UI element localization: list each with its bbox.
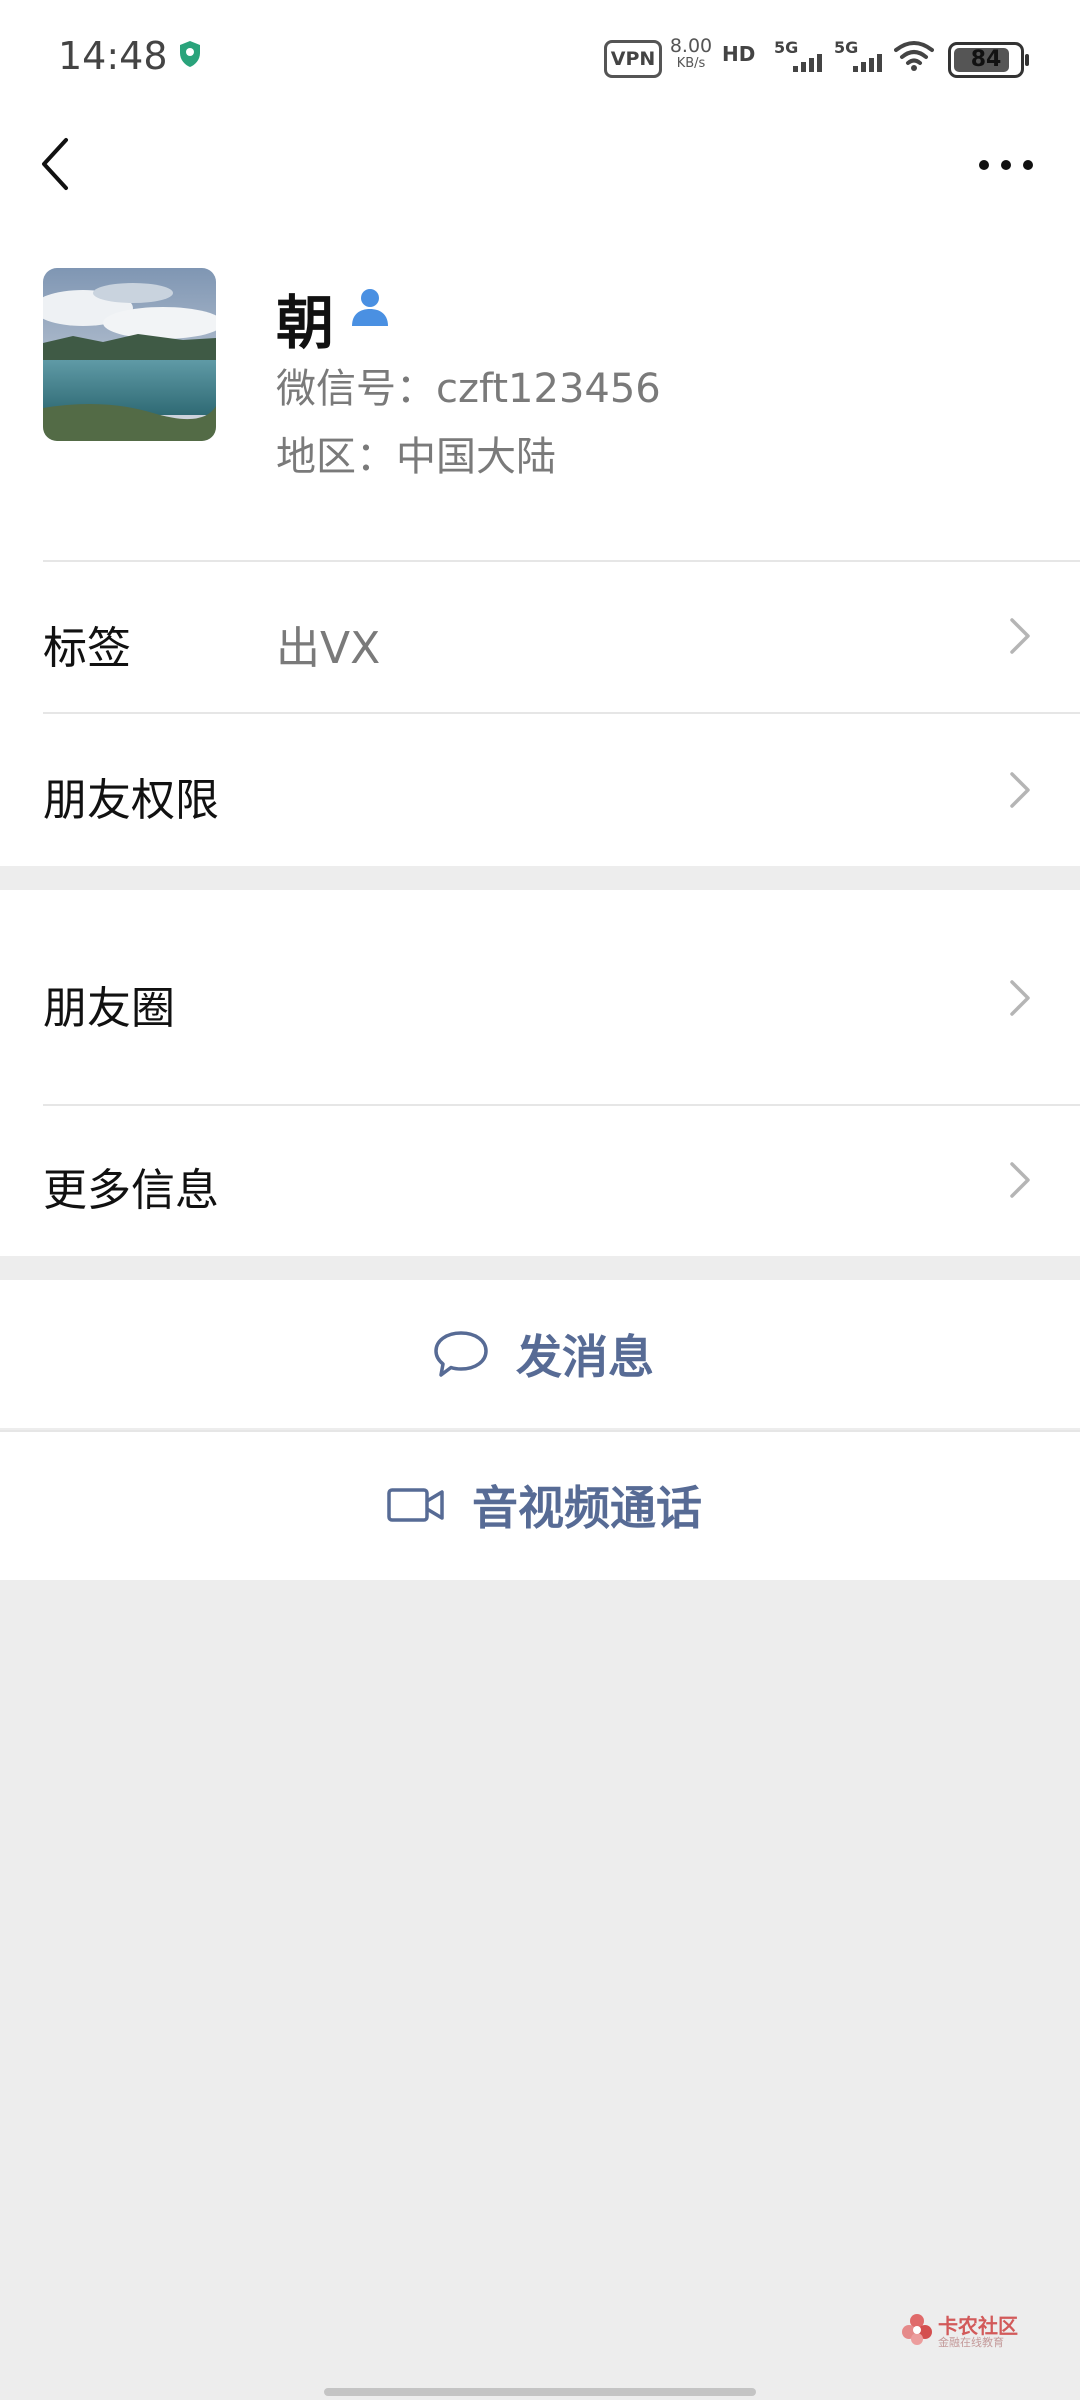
chevron-right-icon <box>1010 1162 1030 1198</box>
chat-bubble-icon <box>434 1331 488 1377</box>
network-speed: 8.00 KB/s <box>668 35 714 72</box>
more-options-icon[interactable] <box>976 150 1036 180</box>
tags-row[interactable]: 标签 出VX <box>0 560 1080 712</box>
sim2-signal-icon: 5G <box>834 38 882 74</box>
security-shield-icon <box>180 41 200 67</box>
video-call-button[interactable]: 音视频通话 <box>0 1430 1080 1580</box>
wechat-id: 微信号：czft123456 <box>276 366 661 412</box>
vpn-indicator: VPN <box>604 40 662 78</box>
watermark-logo: 卡农社区 金融在线教育 <box>900 2310 1020 2350</box>
sim1-signal-icon: 5G <box>774 38 822 74</box>
status-bar: 14:48 VPN 8.00 KB/s HD 5G 5G 84 <box>0 0 1080 110</box>
moments-row[interactable]: 朋友圈 <box>0 890 1080 1104</box>
video-call-label: 音视频通话 <box>472 1481 702 1535</box>
tags-label: 标签 <box>43 623 131 674</box>
send-message-button[interactable]: 发消息 <box>0 1280 1080 1428</box>
moments-label: 朋友圈 <box>43 983 175 1034</box>
network-speed-unit: KB/s <box>676 56 706 71</box>
more-info-row[interactable]: 更多信息 <box>0 1104 1080 1256</box>
contact-person-icon <box>352 289 388 326</box>
friend-permissions-row[interactable]: 朋友权限 <box>0 712 1080 866</box>
divider <box>43 712 1080 714</box>
watermark-subtitle: 金融在线教育 <box>938 2336 1004 2349</box>
contact-name: 朝 <box>276 289 335 357</box>
network-speed-value: 8.00 <box>669 35 713 57</box>
wifi-icon <box>894 41 934 71</box>
home-indicator[interactable] <box>324 2388 756 2396</box>
chevron-right-icon <box>1010 618 1030 654</box>
chevron-right-icon <box>1010 772 1030 808</box>
nav-bar <box>0 110 1080 250</box>
send-message-label: 发消息 <box>516 1330 654 1384</box>
battery-level: 84 <box>970 47 1002 72</box>
region: 地区：中国大陆 <box>276 434 556 480</box>
tags-value: 出VX <box>276 623 381 674</box>
divider <box>43 1104 1080 1106</box>
avatar[interactable] <box>43 268 216 441</box>
status-time: 14:48 <box>58 34 168 78</box>
video-camera-icon <box>387 1488 444 1522</box>
battery-icon: 84 <box>948 42 1029 78</box>
more-info-label: 更多信息 <box>43 1165 219 1216</box>
hd-voice-indicator: HD <box>722 42 756 66</box>
back-arrow-icon[interactable] <box>36 136 76 192</box>
friend-permissions-label: 朋友权限 <box>43 775 219 826</box>
chevron-right-icon <box>1010 980 1030 1016</box>
profile-header: 朝 微信号：czft123456 地区：中国大陆 <box>0 250 1080 560</box>
watermark-flower-icon <box>902 2314 932 2345</box>
divider <box>43 560 1080 562</box>
